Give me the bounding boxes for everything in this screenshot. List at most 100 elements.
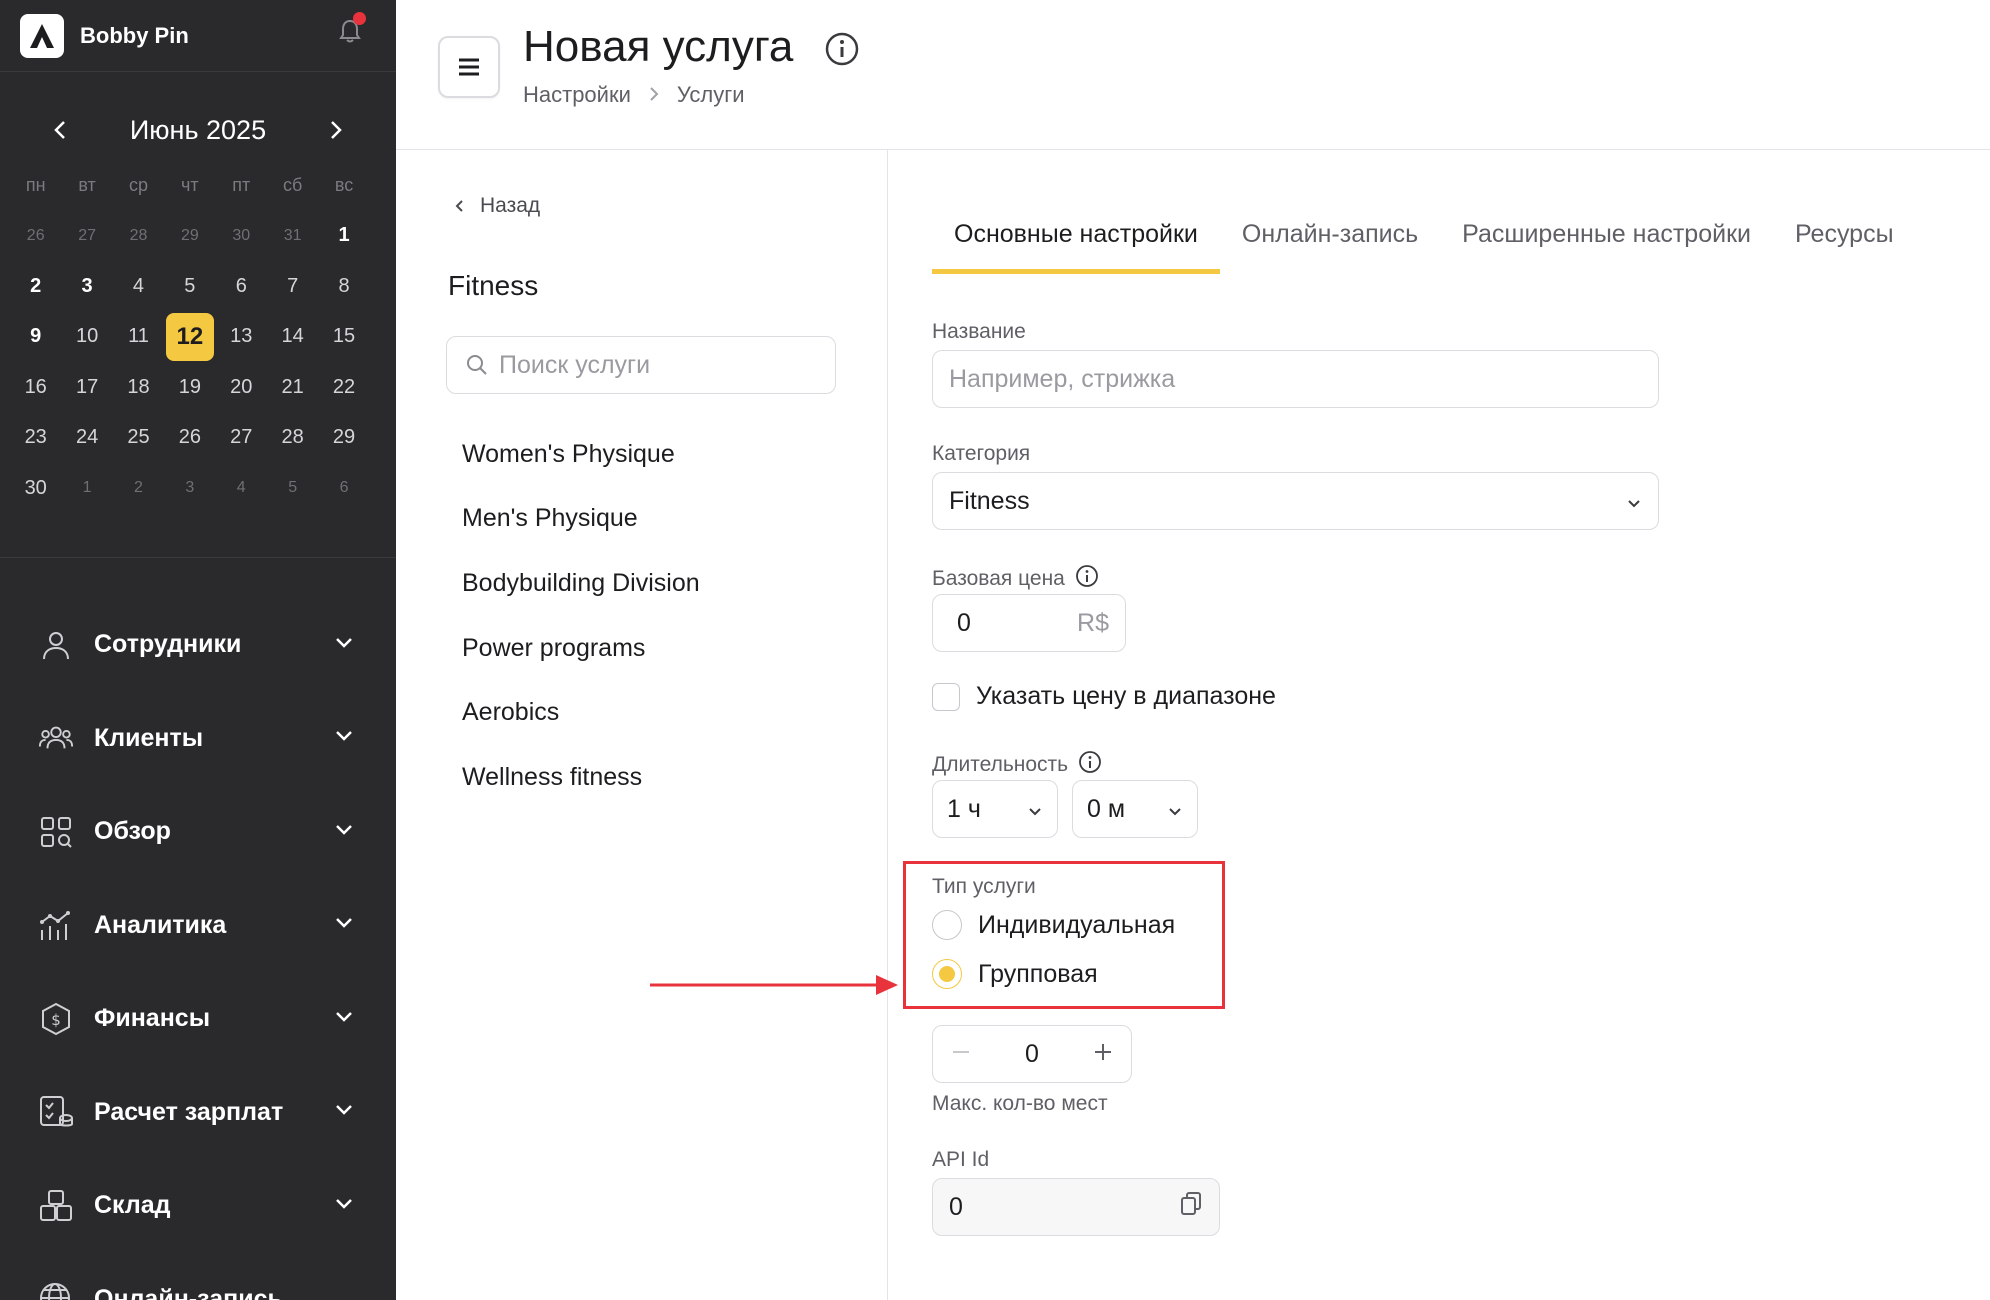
calendar-day[interactable]: 25 bbox=[113, 413, 164, 464]
calendar-day[interactable]: 4 bbox=[216, 463, 267, 514]
max-seats-stepper[interactable]: 0 bbox=[932, 1025, 1132, 1083]
calendar-day[interactable]: 26 bbox=[164, 413, 215, 464]
bell-icon[interactable] bbox=[338, 12, 366, 44]
sidebar-item-warehouse[interactable]: Склад bbox=[0, 1159, 396, 1253]
calendar-day[interactable]: 13 bbox=[216, 312, 267, 363]
calendar-day[interactable]: 29 bbox=[164, 211, 215, 262]
duration-hours-select[interactable]: 1 ч bbox=[932, 780, 1058, 838]
calendar-day[interactable]: 6 bbox=[318, 463, 369, 514]
weekday-label: вс bbox=[334, 174, 354, 195]
price-label-text: Базовая цена bbox=[932, 567, 1065, 590]
calendar-day[interactable]: 3 bbox=[164, 463, 215, 514]
breadcrumb: Настройки Услуги bbox=[523, 82, 745, 108]
calendar-day[interactable]: 23 bbox=[10, 413, 61, 464]
category-label: Категория bbox=[932, 442, 1332, 466]
calendar-day[interactable]: 7 bbox=[267, 261, 318, 312]
calendar-day[interactable]: 30 bbox=[10, 463, 61, 514]
calendar-day[interactable]: 27 bbox=[61, 211, 112, 262]
tab-resources[interactable]: Ресурсы bbox=[1773, 204, 1916, 274]
calendar-day[interactable]: 10 bbox=[61, 312, 112, 363]
currency-label: R$ bbox=[1077, 608, 1109, 637]
price-range-checkbox[interactable] bbox=[932, 682, 960, 711]
info-icon[interactable] bbox=[1075, 564, 1099, 594]
calendar-day[interactable]: 1 bbox=[61, 463, 112, 514]
prev-month-button[interactable] bbox=[40, 110, 80, 150]
calendar-day[interactable]: 16 bbox=[10, 362, 61, 413]
menu-toggle-button[interactable] bbox=[438, 36, 500, 98]
calendar-day[interactable]: 18 bbox=[113, 362, 164, 413]
calendar-day[interactable]: 17 bbox=[61, 362, 112, 413]
search-input[interactable] bbox=[499, 350, 819, 380]
chevron-down-icon bbox=[334, 1197, 354, 1215]
calendar-day[interactable]: 26 bbox=[10, 211, 61, 262]
calendar-day[interactable]: 9 bbox=[10, 312, 61, 363]
weekday-label: пн bbox=[25, 174, 46, 195]
service-search[interactable] bbox=[446, 336, 836, 394]
price-range-option[interactable]: Указать цену в диапазоне bbox=[932, 682, 1432, 711]
chevron-down-icon bbox=[334, 1010, 354, 1028]
calendar-day[interactable]: 2 bbox=[10, 261, 61, 312]
sidebar-item-label: Обзор bbox=[94, 817, 171, 846]
price-field[interactable]: 0 R$ bbox=[932, 594, 1126, 652]
calendar-day[interactable]: 1 bbox=[318, 211, 369, 262]
tab-advanced-settings[interactable]: Расширенные настройки bbox=[1440, 204, 1773, 274]
calendar-day[interactable]: 4 bbox=[113, 261, 164, 312]
minus-icon[interactable] bbox=[951, 1040, 971, 1069]
calendar-day[interactable]: 11 bbox=[113, 312, 164, 363]
calendar-day[interactable]: 15 bbox=[318, 312, 369, 363]
chevron-left-icon bbox=[455, 200, 463, 212]
name-input[interactable] bbox=[949, 364, 1642, 394]
sidebar-item-staff[interactable]: Сотрудники bbox=[0, 598, 396, 692]
calendar-day[interactable]: 2 bbox=[113, 463, 164, 514]
calendar-day[interactable]: 30 bbox=[216, 211, 267, 262]
list-item[interactable]: Aerobics bbox=[462, 680, 700, 745]
info-icon[interactable] bbox=[824, 31, 860, 72]
calendar-day[interactable]: 6 bbox=[216, 261, 267, 312]
copy-icon[interactable] bbox=[1179, 1191, 1203, 1224]
tab-basic-settings[interactable]: Основные настройки bbox=[932, 204, 1220, 274]
sidebar-item-analytics[interactable]: Аналитика bbox=[0, 879, 396, 973]
breadcrumb-item-settings[interactable]: Настройки bbox=[523, 82, 631, 108]
list-item[interactable]: Power programs bbox=[462, 616, 700, 681]
duration-minutes-select[interactable]: 0 м bbox=[1072, 780, 1198, 838]
service-type-highlight-box bbox=[903, 861, 1225, 1009]
category-select[interactable]: Fitness bbox=[932, 472, 1659, 530]
calendar-day[interactable]: 20 bbox=[216, 362, 267, 413]
list-item[interactable]: Wellness fitness bbox=[462, 745, 700, 810]
plus-icon[interactable] bbox=[1093, 1040, 1113, 1069]
brand-logo[interactable] bbox=[20, 13, 64, 58]
name-field[interactable] bbox=[932, 350, 1659, 408]
calendar-day[interactable]: 24 bbox=[61, 413, 112, 464]
calendar-day[interactable]: 28 bbox=[267, 413, 318, 464]
sidebar-item-payroll[interactable]: Расчет зарплат bbox=[0, 1066, 396, 1160]
sidebar-item-finance[interactable]: $ Финансы bbox=[0, 972, 396, 1066]
services-panel: Назад Fitness Women's Physique Men's Phy… bbox=[396, 150, 888, 1300]
sidebar-item-overview[interactable]: Обзор bbox=[0, 785, 396, 879]
calendar-day[interactable]: 8 bbox=[318, 261, 369, 312]
calendar-day[interactable]: 3 bbox=[61, 261, 112, 312]
calendar-day[interactable]: 14 bbox=[267, 312, 318, 363]
calendar-day[interactable]: 27 bbox=[216, 413, 267, 464]
sidebar-item-online-booking[interactable]: Онлайн-запись bbox=[0, 1253, 396, 1300]
calendar-day[interactable]: 19 bbox=[164, 362, 215, 413]
sidebar-item-clients[interactable]: Клиенты bbox=[0, 692, 396, 786]
calendar-day[interactable]: 29 bbox=[318, 413, 369, 464]
calendar-day[interactable]: 22 bbox=[318, 362, 369, 413]
list-item[interactable]: Bodybuilding Division bbox=[462, 551, 700, 616]
list-item[interactable]: Women's Physique bbox=[462, 422, 700, 487]
list-item[interactable]: Men's Physique bbox=[462, 487, 700, 552]
calendar-day[interactable]: 28 bbox=[113, 211, 164, 262]
calendar-day-today[interactable]: 12 bbox=[164, 312, 215, 363]
sidebar: Bobby Pin Июнь 2025 пн вт ср чт пт сб вс 26 27 28… bbox=[0, 0, 396, 1300]
back-link[interactable]: Назад bbox=[454, 194, 540, 218]
next-month-button[interactable] bbox=[316, 110, 356, 150]
breadcrumb-item-services[interactable]: Услуги bbox=[677, 82, 745, 108]
calendar-day[interactable]: 5 bbox=[267, 463, 318, 514]
info-icon[interactable] bbox=[1078, 750, 1102, 780]
calendar-day[interactable]: 31 bbox=[267, 211, 318, 262]
chevron-down-icon bbox=[1167, 795, 1183, 824]
calendar-day[interactable]: 21 bbox=[267, 362, 318, 413]
chevron-down-icon bbox=[334, 823, 354, 841]
calendar-day[interactable]: 5 bbox=[164, 261, 215, 312]
tab-online-booking[interactable]: Онлайн-запись bbox=[1220, 204, 1440, 274]
